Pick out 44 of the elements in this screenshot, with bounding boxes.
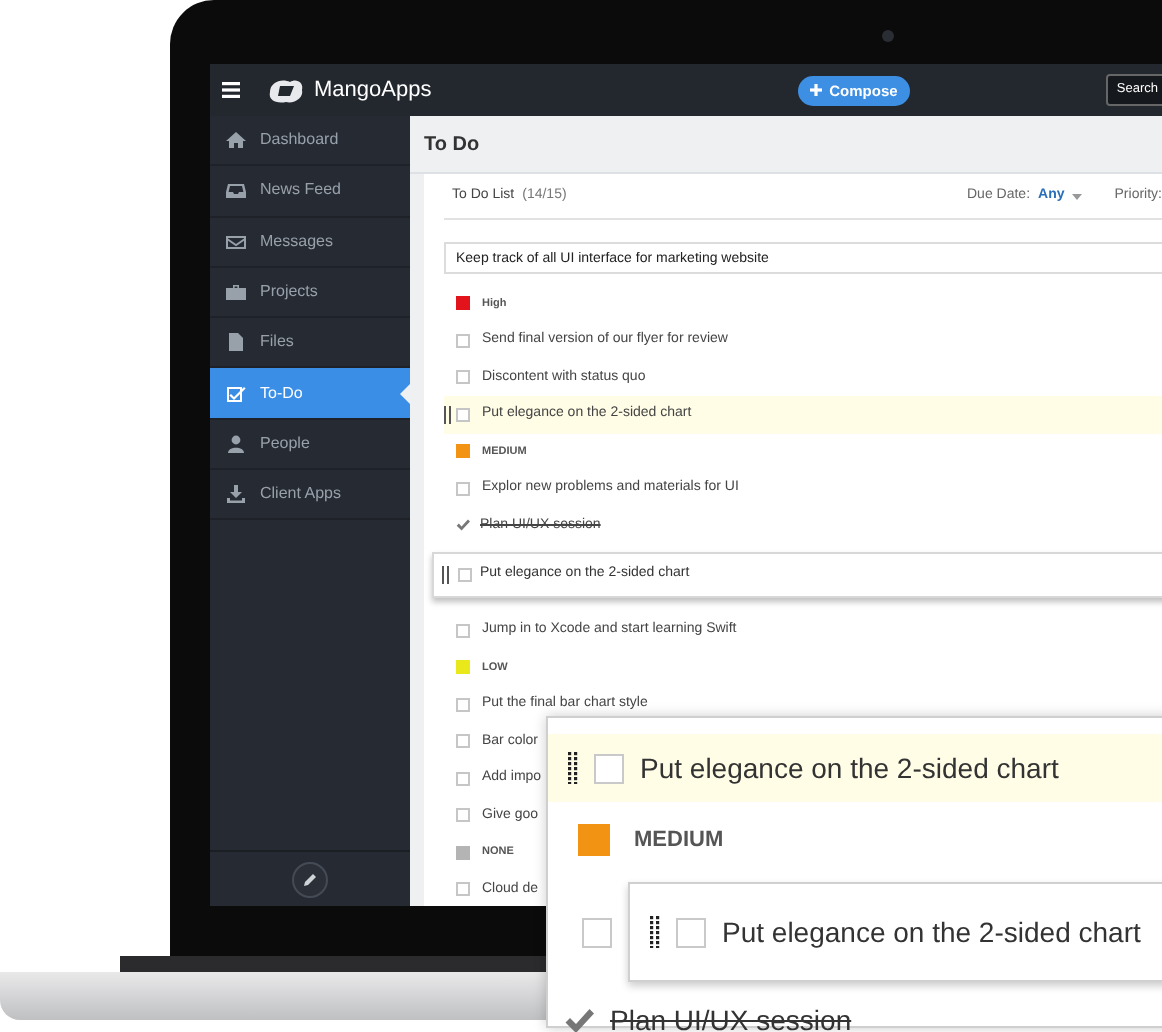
checkbox[interactable] [458, 568, 472, 582]
person-icon [226, 433, 246, 454]
menu-icon[interactable] [221, 82, 239, 98]
task-row[interactable]: Put elegance on the 2-sided chart [548, 734, 1162, 802]
task-row[interactable]: Plan UI/UX session [548, 986, 852, 1032]
checkbox[interactable] [456, 333, 470, 348]
dragged-task-card[interactable]: Put elegance on the 2-sided chart [628, 882, 1162, 982]
drag-handle-icon[interactable] [444, 405, 452, 424]
drag-handle-icon[interactable] [442, 566, 450, 584]
plus-icon [809, 84, 822, 96]
check-icon[interactable] [564, 1005, 594, 1032]
checkbox[interactable] [456, 882, 470, 897]
drag-handle-icon[interactable] [650, 916, 660, 948]
home-icon [226, 130, 246, 151]
briefcase-icon [226, 282, 246, 303]
checkbox[interactable] [456, 697, 470, 712]
logo-text: MangoApps [314, 75, 432, 106]
caret-icon [1072, 194, 1083, 200]
checkbox[interactable] [456, 481, 470, 496]
envelope-icon [226, 231, 246, 252]
checkbox[interactable] [456, 370, 470, 385]
task-text: Put elegance on the 2-sided chart [640, 749, 1059, 788]
file-icon [226, 332, 246, 353]
download-icon [226, 484, 246, 505]
checkbox[interactable] [594, 753, 624, 783]
check-icon[interactable] [456, 518, 470, 533]
checkbox[interactable] [456, 734, 470, 749]
inbox-icon [226, 180, 246, 201]
checkbox[interactable] [456, 808, 470, 823]
page-title: To Do [424, 131, 480, 159]
pencil-icon [302, 871, 318, 887]
checkbox-icon [226, 383, 246, 404]
checkbox[interactable] [456, 623, 470, 638]
checkbox[interactable] [456, 407, 470, 422]
task-text: Put elegance on the 2-sided chart [722, 913, 1141, 952]
logo-icon [266, 77, 306, 103]
edit-button[interactable] [292, 861, 328, 897]
camera-dot [882, 30, 894, 42]
priority-group-label: MEDIUM [634, 825, 724, 856]
checkbox[interactable] [456, 771, 470, 786]
checkbox[interactable] [676, 917, 706, 947]
task-text: Plan UI/UX session [610, 1001, 852, 1032]
checkbox[interactable] [582, 917, 612, 947]
drag-handle-icon[interactable] [568, 752, 578, 784]
